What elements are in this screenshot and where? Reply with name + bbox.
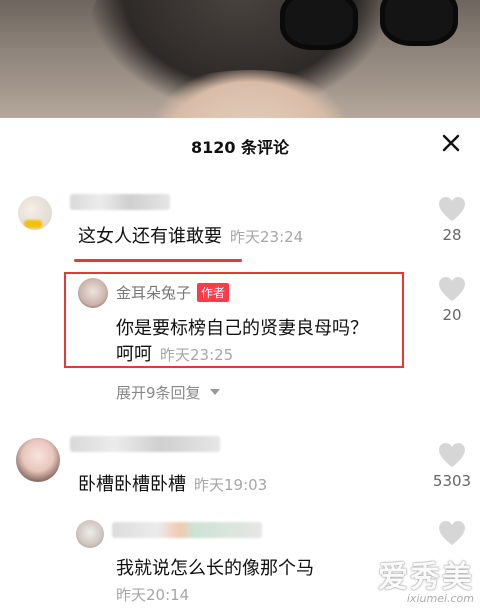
- comment-sheet: 8120 条评论 这女人还有谁敢要 昨天23:24 28 金耳朵兔子 作者 你是…: [0, 118, 480, 611]
- watermark-logo: 爱秀美: [378, 560, 474, 595]
- reply-text-row: 呵呵 昨天23:25: [116, 340, 233, 366]
- blurred-username: [112, 522, 262, 538]
- sunglasses-shape: [270, 0, 470, 70]
- like-button[interactable]: 28: [436, 196, 468, 244]
- author-badge: 作者: [197, 283, 230, 302]
- like-count: 5303: [432, 472, 472, 490]
- avatar[interactable]: [18, 196, 52, 230]
- comment-time: 昨天20:14: [116, 586, 190, 604]
- author-avatar[interactable]: [78, 278, 108, 308]
- reply-text-line2: 呵呵: [116, 344, 152, 365]
- blurred-username: [70, 436, 220, 452]
- heart-icon: [439, 197, 465, 221]
- avatar[interactable]: [76, 520, 104, 548]
- comment-text-row: 这女人还有谁敢要 昨天23:24: [78, 222, 303, 248]
- reply-item: 金耳朵兔子 作者 你是要标榜自己的贤妻良母吗？ 呵呵 昨天23:25 20: [0, 272, 480, 368]
- sheet-header: 8120 条评论: [0, 118, 480, 170]
- like-count: 20: [442, 306, 462, 324]
- comment-time: 昨天19:03: [194, 476, 268, 494]
- video-background-photo: [0, 0, 480, 118]
- comment-count-title: 8120 条评论: [190, 138, 290, 157]
- comment-text: 我就说怎么长的像那个马: [116, 558, 314, 579]
- expand-replies-button[interactable]: 展开9条回复: [116, 382, 221, 403]
- author-name-row: 金耳朵兔子 作者: [116, 282, 230, 303]
- comment-text: 卧槽卧槽卧槽: [78, 474, 186, 495]
- comment-item: 这女人还有谁敢要 昨天23:24 28: [0, 184, 480, 254]
- blurred-username: [70, 194, 170, 210]
- author-name[interactable]: 金耳朵兔子: [116, 284, 191, 302]
- comment-item: 卧槽卧槽卧槽 昨天19:03 5303: [0, 430, 480, 500]
- comment-time: 昨天23:24: [230, 228, 304, 246]
- avatar[interactable]: [16, 438, 60, 482]
- close-icon: [442, 134, 460, 152]
- heart-icon: [439, 277, 465, 301]
- reply-time: 昨天23:25: [160, 346, 234, 364]
- site-watermark: 爱秀美 ixiumei.com: [378, 552, 474, 605]
- comment-text-row: 卧槽卧槽卧槽 昨天19:03: [78, 470, 267, 496]
- comment-text: 这女人还有谁敢要: [78, 226, 222, 247]
- heart-icon: [439, 521, 465, 545]
- sunglasses-lens-right: [380, 0, 458, 46]
- reply-text-line1: 你是要标榜自己的贤妻良母吗？: [116, 318, 368, 339]
- highlight-underline: [74, 259, 242, 262]
- expand-replies-label: 展开9条回复: [116, 384, 201, 402]
- like-button[interactable]: 20: [436, 276, 468, 324]
- close-button[interactable]: [440, 132, 462, 154]
- like-count: 28: [442, 226, 462, 244]
- like-button[interactable]: [436, 520, 468, 546]
- caret-down-icon: [210, 389, 221, 395]
- like-button[interactable]: 5303: [428, 442, 476, 490]
- sunglasses-lens-left: [280, 0, 358, 50]
- heart-icon: [439, 443, 465, 467]
